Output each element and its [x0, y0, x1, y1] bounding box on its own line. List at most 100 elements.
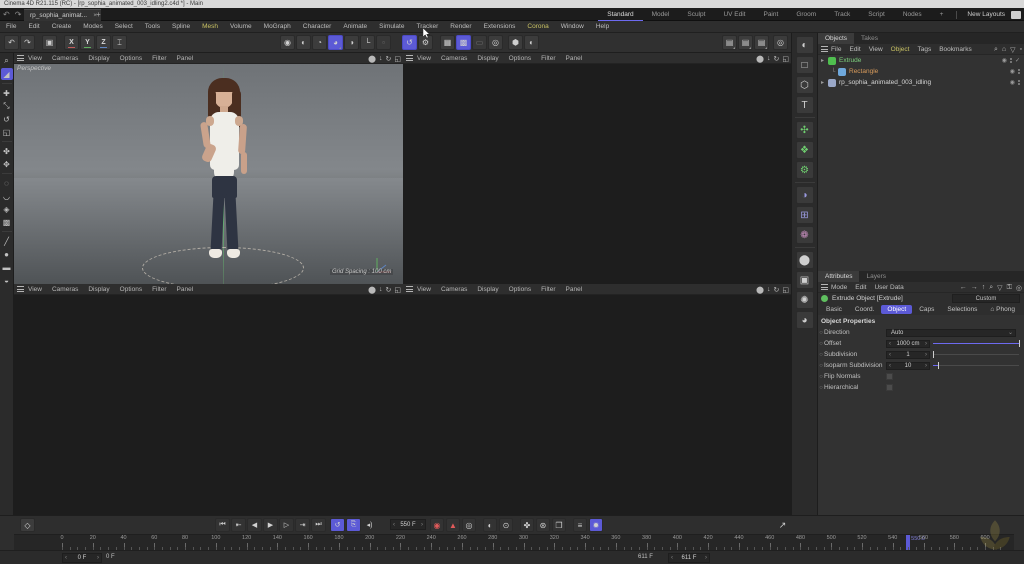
point-level-anim-button[interactable]: ≡ [573, 518, 587, 532]
vp-menu-filter[interactable]: Filter [147, 284, 171, 295]
preset-dropdown[interactable]: Custom [952, 294, 1020, 303]
maximize-icon[interactable]: ◱ [394, 286, 401, 294]
menu-file[interactable]: File [0, 21, 22, 33]
dolly-icon[interactable]: ↓ [379, 286, 383, 293]
object-name[interactable]: Rectangle [849, 68, 878, 75]
slider-knob[interactable] [1019, 340, 1020, 347]
layout-tab-standard[interactable]: Standard [598, 8, 643, 21]
vp-menu-filter[interactable]: Filter [147, 53, 171, 64]
menu-help[interactable]: Help [590, 21, 615, 33]
record-active-objects-button[interactable]: ◉ [430, 518, 444, 532]
om-menu-file[interactable]: File [827, 46, 845, 53]
render-to-picture-viewer-button[interactable]: ◕ [328, 35, 343, 50]
step-forward-button[interactable]: ▷ [279, 518, 294, 532]
vp-menu-filter[interactable]: Filter [536, 284, 560, 295]
keyframe-selection-button[interactable]: ◎ [462, 518, 476, 532]
object-row[interactable]: ▸ Extrude ◉ ✓ [818, 55, 1024, 66]
live-selection-icon[interactable]: ◢ [0, 68, 13, 80]
menu-mesh[interactable]: Mesh [196, 21, 224, 33]
camera-preset-1-button[interactable]: ▤ [722, 35, 737, 50]
vp-menu-view[interactable]: View [412, 284, 436, 295]
keyframe-mode-button[interactable]: ✹ [589, 518, 603, 532]
viewport-solo-icon[interactable]: ◒ [1, 274, 13, 286]
rotate-tool-icon[interactable]: ↺ [1, 113, 13, 125]
vp-menu-panel[interactable]: Panel [561, 284, 588, 295]
slider-knob[interactable] [933, 351, 934, 358]
menu-simulate[interactable]: Simulate [373, 21, 410, 33]
material-icon[interactable]: ◕ [795, 311, 814, 329]
property-number-field[interactable]: ‹ 10 › [886, 361, 930, 370]
extra-render-button[interactable]: ▫ [376, 35, 391, 50]
property-slider[interactable] [933, 351, 1019, 358]
workplane-button[interactable]: ▭ [472, 35, 487, 50]
lock-icon[interactable]: ⚿ [1007, 284, 1012, 292]
maximize-icon[interactable]: ◱ [394, 55, 401, 63]
om-menu-tags[interactable]: Tags [913, 46, 935, 53]
live-selection-button[interactable]: ▣ [42, 35, 57, 50]
decrement-icon[interactable]: ‹ [393, 522, 395, 528]
vp-menu-cameras[interactable]: Cameras [47, 284, 83, 295]
attr-tab-object[interactable]: Object [881, 305, 913, 314]
om-menu-view[interactable]: View [865, 46, 887, 53]
go-to-start-button[interactable]: ⏮ [215, 518, 230, 532]
rotate-icon[interactable]: ↻ [774, 286, 780, 294]
extrude-nurbs-icon[interactable]: ◑ [795, 186, 814, 204]
vp-menu-panel[interactable]: Panel [172, 53, 199, 64]
back-icon[interactable]: ← [960, 284, 967, 291]
am-menu-user-data[interactable]: User Data [870, 284, 907, 291]
visibility-toggle-icon[interactable] [1009, 58, 1012, 63]
viewport-perspective[interactable]: View Cameras Display Options Filter Pane… [14, 53, 403, 284]
visibility-dot-icon[interactable]: ◉ [1010, 68, 1015, 75]
bend-deformer-icon[interactable]: ⚙ [795, 161, 814, 179]
expand-icon[interactable]: ▸ [821, 57, 828, 64]
corona-render-button[interactable]: ◎ [773, 35, 788, 50]
record-keyframe-button[interactable]: ◇ [20, 518, 35, 532]
om-menu-bookmarks[interactable]: Bookmarks [935, 46, 976, 53]
visibility-dot-icon[interactable]: ◉ [1010, 79, 1015, 86]
add-layout-icon[interactable]: + [931, 8, 953, 21]
layout-tab-script[interactable]: Script [859, 8, 894, 21]
visibility-toggle-icon[interactable] [1018, 80, 1020, 85]
rotate-icon[interactable]: ↻ [386, 286, 392, 294]
vp-menu-view[interactable]: View [23, 53, 47, 64]
camera-preset-2-button[interactable]: ▤ [738, 35, 753, 50]
viewport-menu-icon[interactable] [14, 53, 24, 64]
step-back-button[interactable]: ◀ [247, 518, 262, 532]
expand-icon[interactable]: ▸ [821, 79, 828, 86]
loft-icon[interactable]: ⊞ [795, 206, 814, 224]
tab-objects[interactable]: Objects [818, 33, 855, 44]
scale-tool-icon[interactable]: ⤡ [1, 100, 13, 112]
om-menu-edit[interactable]: Edit [845, 46, 864, 53]
decrement-icon[interactable]: ‹ [889, 363, 891, 369]
model-mode-icon[interactable]: ▩ [1, 216, 13, 228]
dolly-icon[interactable]: ↓ [767, 286, 771, 293]
array-icon[interactable]: ❖ [795, 141, 814, 159]
vp-menu-view[interactable]: View [412, 53, 436, 64]
layout-tab-sculpt[interactable]: Sculpt [678, 8, 714, 21]
vp-menu-options[interactable]: Options [115, 53, 147, 64]
enable-axis-icon[interactable]: ✥ [1, 158, 13, 170]
om-menu-object[interactable]: Object [887, 46, 914, 53]
tab-attributes[interactable]: Attributes [818, 271, 860, 282]
increment-icon[interactable]: › [421, 522, 423, 528]
layout-tab-groom[interactable]: Groom [787, 8, 825, 21]
property-checkbox[interactable] [886, 373, 893, 380]
filter-icon[interactable]: ▽ [1010, 46, 1015, 54]
increment-icon[interactable]: › [97, 555, 99, 561]
magnifier-icon[interactable]: ⌕ [1, 55, 13, 67]
viewport-menu-icon[interactable] [403, 284, 413, 295]
rotate-view-button[interactable]: ↺ [402, 35, 417, 50]
chevron-down-icon[interactable]: ⌄ [1008, 329, 1013, 336]
viewport-perspective-canvas[interactable]: Perspective [14, 64, 403, 284]
menu-tools[interactable]: Tools [139, 21, 166, 33]
pla-key-button[interactable]: ❐ [552, 518, 566, 532]
attr-tab-caps[interactable]: Caps [913, 305, 940, 314]
tab-takes[interactable]: Takes [854, 33, 885, 44]
vp-menu-options[interactable]: Options [504, 284, 536, 295]
document-tab[interactable]: rp_sophia_animat... × [24, 9, 102, 21]
quantize-button[interactable]: ◎ [488, 35, 503, 50]
vp-menu-options[interactable]: Options [504, 53, 536, 64]
render-region-button[interactable]: ◐ [296, 35, 311, 50]
rotate-icon[interactable]: ↻ [386, 55, 392, 63]
maximize-icon[interactable]: ◱ [782, 286, 789, 294]
